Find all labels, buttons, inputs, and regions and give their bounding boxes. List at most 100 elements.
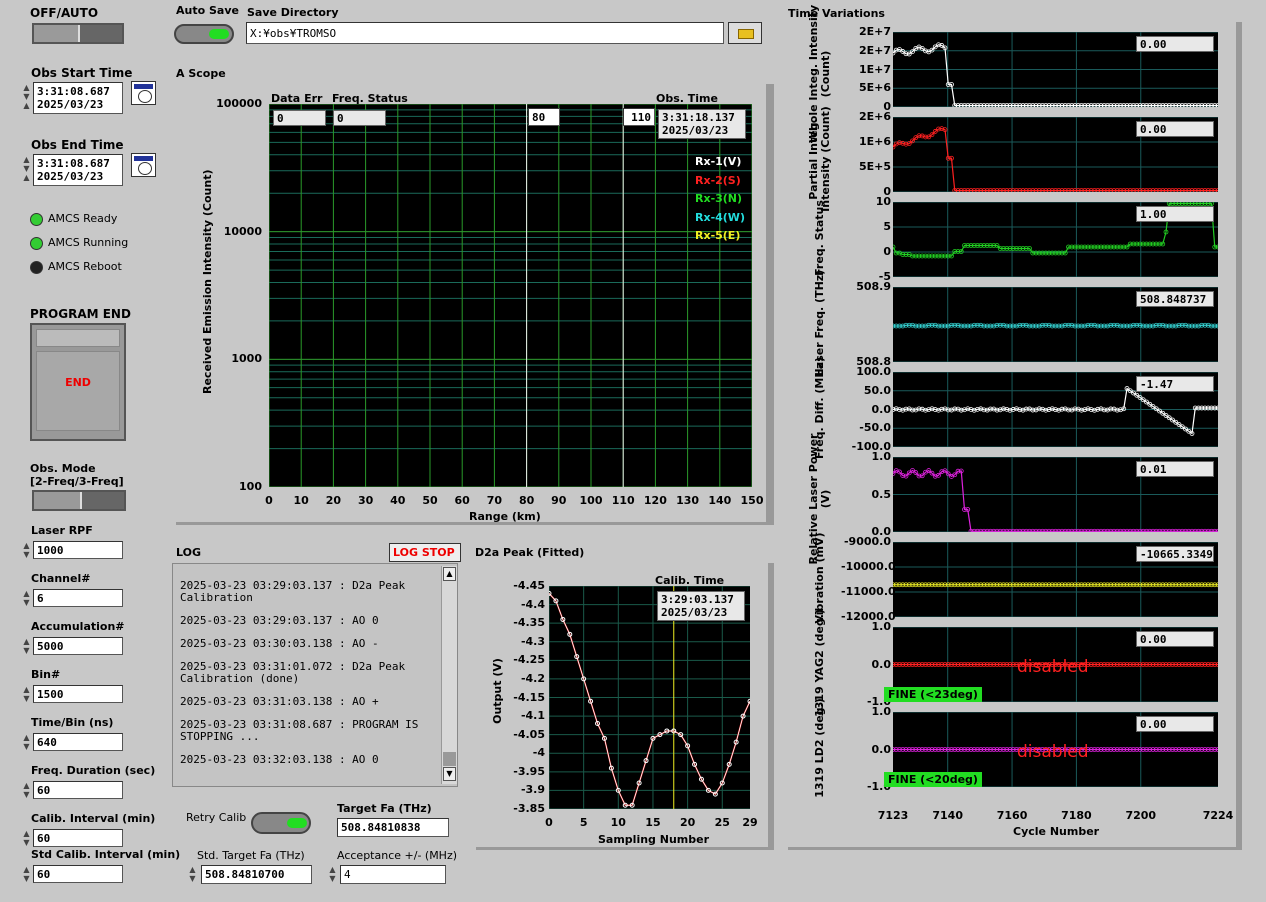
d2a-frame-bottom: [476, 847, 774, 850]
off-auto-switch[interactable]: [32, 23, 124, 44]
legend-item: Rx-3(N): [695, 192, 743, 205]
off-auto-label: OFF/AUTO: [30, 6, 99, 20]
tv-ytick: 5E+5: [858, 160, 891, 173]
auto-save-toggle[interactable]: [174, 24, 234, 44]
obs-end-time: 3:31:08.687: [37, 157, 110, 170]
log-entry: 2025-03-23 03:31:08.687 : PROGRAM IS STO…: [180, 718, 419, 743]
folder-icon[interactable]: [728, 22, 762, 44]
data-err-label: Data Err: [271, 92, 323, 105]
a-scope-legend: Rx-1(V) Rx-2(S) Rx-3(N) Rx-4(W) Rx-5(E): [695, 155, 745, 248]
log-stop-button[interactable]: LOG STOP: [389, 543, 461, 562]
scope-xtick: 130: [676, 494, 700, 507]
data-line: [549, 593, 750, 806]
cursor1-field[interactable]: 80: [528, 108, 560, 126]
tv-value-readout: 0.00: [1136, 716, 1214, 732]
obs-mode-sub: [2-Freq/3-Freq]: [30, 475, 124, 488]
accumulation-spinner[interactable]: ▲ ▼: [22, 637, 31, 655]
channel-spinner[interactable]: ▲ ▼: [22, 589, 31, 607]
time-bin-spinner[interactable]: ▲ ▼: [22, 733, 31, 751]
obs-mode-switch[interactable]: [32, 490, 126, 511]
scope-ytick: 100000: [216, 97, 262, 110]
program-end-button[interactable]: END: [30, 323, 126, 441]
d2a-ytick: -4.1: [520, 709, 545, 723]
tv-ytick: 0: [883, 245, 891, 258]
log-title: LOG: [176, 546, 201, 559]
std-target-spinner[interactable]: ▲ ▼: [188, 865, 197, 883]
fine-status-badge: FINE (<23deg): [884, 687, 982, 702]
scroll-thumb[interactable]: [443, 752, 456, 766]
time-bin-field[interactable]: 640: [33, 733, 123, 751]
tv-ytick: 5E+6: [858, 81, 891, 95]
save-directory-input[interactable]: X:¥obs¥TROMSO: [246, 22, 724, 44]
calib-interval-spinner[interactable]: ▲ ▼: [22, 829, 31, 847]
acceptance-spinner[interactable]: ▲ ▼: [328, 865, 337, 883]
accumulation-field[interactable]: 5000: [33, 637, 123, 655]
scope-xtick: 40: [390, 494, 406, 507]
d2a-frame-edge: [768, 563, 774, 849]
tv-value-readout: 1.00: [1136, 206, 1214, 222]
target-fa-field[interactable]: 508.84810838: [337, 818, 449, 837]
tv-series-line: [893, 44, 1218, 107]
bin-field[interactable]: 1500: [33, 685, 123, 703]
std-target-fa-field[interactable]: 508.84810700: [201, 865, 312, 884]
bin-spinner[interactable]: ▲ ▼: [22, 685, 31, 703]
d2a-title: D2a Peak (Fitted): [475, 546, 585, 559]
obs-end-field[interactable]: 3:31:08.687 2025/03/23: [33, 154, 123, 186]
std-calib-interval-spinner[interactable]: ▲ ▼: [22, 865, 31, 883]
amcs-reboot-label: AMCS Reboot: [48, 260, 122, 273]
obs-mode-label: Obs. Mode: [30, 462, 96, 475]
time-variations-title: Time Variations: [788, 7, 885, 20]
scope-xtick: 120: [643, 494, 667, 507]
scope-ytick: 100: [239, 480, 262, 493]
calib-interval-field[interactable]: 60: [33, 829, 123, 847]
freq-duration-spinner[interactable]: ▲ ▼: [22, 781, 31, 799]
laser-rpf-spinner[interactable]: ▲ ▼: [22, 541, 31, 559]
laser-rpf-field[interactable]: 1000: [33, 541, 123, 559]
legend-item: Rx-2(S): [695, 173, 741, 187]
scope-xtick: 110: [611, 494, 635, 507]
calendar-icon[interactable]: [131, 81, 156, 105]
calendar-icon[interactable]: [131, 153, 156, 177]
log-list[interactable]: 2025-03-23 03:29:03.137 : D2a Peak Calib…: [172, 563, 458, 787]
cursor2-field[interactable]: 110: [623, 108, 655, 126]
d2a-xtick: 20: [679, 816, 696, 829]
freq-duration-field[interactable]: 60: [33, 781, 123, 799]
fine-status-badge: FINE (<20deg): [884, 772, 982, 787]
d2a-ytick: -3.85: [513, 802, 545, 815]
scope-xtick: 50: [422, 494, 438, 507]
d2a-ytick: -4.05: [513, 727, 545, 741]
d2a-xlabel: Sampling Number: [598, 833, 710, 846]
channel-label: Channel#: [31, 572, 91, 585]
tv-series-line: [893, 469, 1218, 532]
d2a-ytick: -4.2: [520, 671, 545, 685]
retry-calib-toggle[interactable]: [251, 812, 311, 834]
d2a-ytick: -3.9: [520, 783, 545, 797]
log-entry: 2025-03-23 03:32:03.138 : AO 0: [180, 753, 379, 766]
amcs-running-label: AMCS Running: [48, 236, 129, 249]
tv-value-readout: -1.47: [1136, 376, 1214, 392]
scroll-up-icon[interactable]: ▲: [443, 567, 456, 581]
amcs-ready-led: [30, 213, 43, 226]
tv-series-line: [893, 324, 1218, 327]
acceptance-field[interactable]: 4: [340, 865, 446, 884]
log-entry: 2025-03-23 03:29:03.137 : AO 0: [180, 614, 379, 627]
obs-end-label: Obs End Time: [31, 138, 124, 152]
tv-ytick: 50.0: [863, 383, 891, 397]
obs-start-spinner[interactable]: ▲ ▼ ▲: [22, 83, 31, 110]
obs-end-spinner[interactable]: ▲ ▼ ▲: [22, 155, 31, 182]
tv-ytick: -50.0: [859, 421, 891, 435]
d2a-ytick: -4.3: [520, 634, 545, 648]
scope-xtick: 30: [357, 494, 374, 507]
channel-field[interactable]: 6: [33, 589, 123, 607]
obs-start-label: Obs Start Time: [31, 66, 133, 80]
std-calib-interval-field[interactable]: 60: [33, 865, 123, 883]
freq-status-value: 0: [333, 110, 386, 126]
end-button-label: END: [65, 376, 91, 389]
d2a-ytick: -4.15: [513, 690, 545, 704]
a-scope-title: A Scope: [176, 67, 226, 80]
log-scrollbar[interactable]: ▲ ▼: [441, 566, 457, 784]
log-entry: 2025-03-23 03:29:03.137 : D2a Peak Calib…: [180, 579, 406, 604]
obs-start-field[interactable]: 3:31:08.687 2025/03/23: [33, 82, 123, 114]
scroll-down-icon[interactable]: ▼: [443, 767, 456, 781]
d2a-ytick: -3.95: [513, 764, 545, 778]
